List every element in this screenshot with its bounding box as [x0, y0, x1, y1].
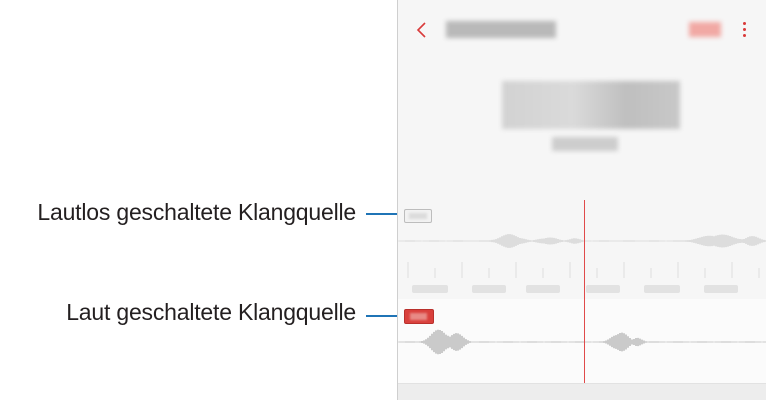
- app-bar: [398, 0, 766, 60]
- timeline-label-blurred: [412, 285, 448, 293]
- timeline-label-blurred: [526, 285, 560, 293]
- timeline-ruler: [407, 262, 760, 293]
- leader-line-muted: [366, 213, 400, 215]
- action-button-blurred[interactable]: [689, 22, 721, 37]
- recording-time-blurred: [552, 137, 618, 151]
- timeline-label-blurred: [586, 285, 620, 293]
- chevron-left-icon[interactable]: [412, 18, 434, 42]
- recording-title-blurred: [502, 81, 680, 129]
- unmuted-source-waveform: [398, 329, 766, 355]
- muted-source-waveform: [398, 234, 766, 248]
- more-vertical-icon[interactable]: [743, 22, 747, 39]
- bottom-controls-blurred: [398, 383, 766, 400]
- muted-source-toggle[interactable]: [404, 209, 432, 223]
- timeline-label-blurred: [644, 285, 680, 293]
- callout-unmuted-source: Laut geschaltete Klangquelle: [66, 299, 356, 325]
- timeline-label-blurred: [472, 285, 506, 293]
- app-title-blurred: [446, 21, 556, 38]
- phone-screen: [397, 0, 766, 400]
- playhead[interactable]: [584, 200, 585, 383]
- callout-muted-source: Lautlos geschaltete Klangquelle: [37, 199, 356, 225]
- timeline-label-blurred: [704, 285, 738, 293]
